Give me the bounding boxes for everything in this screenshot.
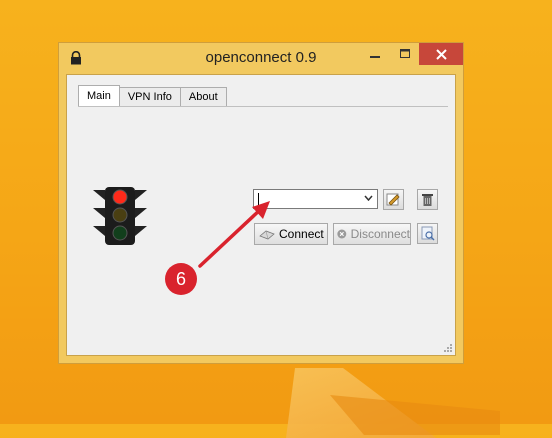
step-number-badge: 6 [165,263,197,295]
annotation-arrow [198,201,270,268]
